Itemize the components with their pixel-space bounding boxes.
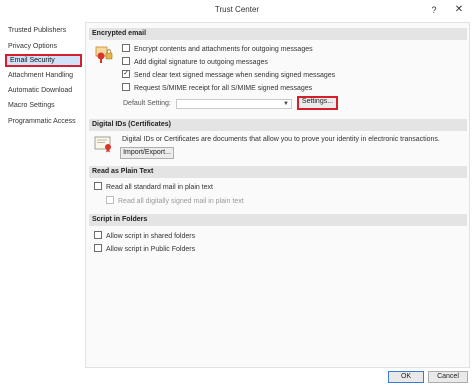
read-plain-text-header: Read as Plain Text	[89, 166, 467, 178]
script-in-folders-header: Script in Folders	[89, 214, 467, 226]
read-signed-plain-checkbox[interactable]	[106, 196, 114, 205]
help-button[interactable]: ?	[426, 3, 442, 17]
certificate-icon	[94, 135, 114, 155]
sidebar: Trusted Publishers Privacy Options Email…	[5, 22, 82, 368]
clear-text-signed-option[interactable]: ✓ Send clear text signed message when sen…	[122, 70, 336, 81]
script-shared-folders-option[interactable]: Allow script in shared folders	[94, 231, 196, 242]
sidebar-item-attachment-handling[interactable]: Attachment Handling	[5, 69, 82, 82]
script-public-folders-checkbox[interactable]	[94, 244, 102, 253]
read-standard-plain-checkbox[interactable]	[94, 182, 102, 191]
digital-ids-description: Digital IDs or Certificates are document…	[122, 136, 440, 143]
smime-receipt-checkbox[interactable]	[122, 83, 130, 92]
cancel-button[interactable]: Cancel	[428, 371, 468, 383]
import-export-button[interactable]: Import/Export...	[120, 147, 174, 159]
chevron-down-icon: ▼	[283, 101, 289, 107]
script-shared-folders-label: Allow script in shared folders	[106, 233, 196, 240]
read-standard-plain-option[interactable]: Read all standard mail in plain text	[94, 182, 214, 193]
digital-signature-label: Add digital signature to outgoing messag…	[134, 59, 268, 66]
smime-receipt-option[interactable]: Request S/MIME receipt for all S/MIME si…	[122, 83, 313, 94]
window-title: Trust Center	[214, 5, 260, 14]
default-setting-select[interactable]: ▼	[176, 99, 292, 109]
encrypt-contents-checkbox[interactable]	[122, 44, 130, 53]
encrypted-email-header: Encrypted email	[89, 28, 467, 40]
digital-signature-checkbox[interactable]	[122, 57, 130, 66]
content-panel: Encrypted email Encrypt contents and att…	[85, 22, 470, 368]
sidebar-item-automatic-download[interactable]: Automatic Download	[5, 84, 82, 97]
encrypt-contents-label: Encrypt contents and attachments for out…	[134, 46, 313, 53]
settings-button[interactable]: Settings...	[297, 96, 338, 110]
digital-ids-header: Digital IDs (Certificates)	[89, 119, 467, 131]
script-public-folders-label: Allow script in Public Folders	[106, 246, 196, 253]
sidebar-item-trusted-publishers[interactable]: Trusted Publishers	[5, 24, 82, 37]
sidebar-item-macro-settings[interactable]: Macro Settings	[5, 99, 82, 112]
smime-receipt-label: Request S/MIME receipt for all S/MIME si…	[134, 85, 313, 92]
clear-text-signed-checkbox[interactable]: ✓	[122, 70, 130, 79]
digital-signature-option[interactable]: Add digital signature to outgoing messag…	[122, 57, 268, 68]
sidebar-item-privacy-options[interactable]: Privacy Options	[5, 40, 82, 53]
sidebar-item-email-security[interactable]: Email Security	[5, 54, 82, 67]
read-signed-plain-label: Read all digitally signed mail in plain …	[118, 198, 244, 205]
read-signed-plain-option[interactable]: Read all digitally signed mail in plain …	[106, 196, 244, 207]
ok-button[interactable]: OK	[388, 371, 424, 383]
read-standard-plain-label: Read all standard mail in plain text	[106, 184, 214, 191]
encrypt-contents-option[interactable]: Encrypt contents and attachments for out…	[122, 44, 313, 55]
script-shared-folders-checkbox[interactable]	[94, 231, 102, 240]
clear-text-signed-label: Send clear text signed message when send…	[134, 72, 336, 79]
close-icon[interactable]: ✕	[451, 3, 467, 17]
sidebar-item-programmatic-access[interactable]: Programmatic Access	[5, 115, 82, 128]
default-setting-label: Default Setting:	[123, 100, 171, 107]
script-public-folders-option[interactable]: Allow script in Public Folders	[94, 244, 196, 255]
lock-certificate-icon	[94, 44, 114, 66]
title-bar: Trust Center ? ✕	[0, 0, 474, 20]
